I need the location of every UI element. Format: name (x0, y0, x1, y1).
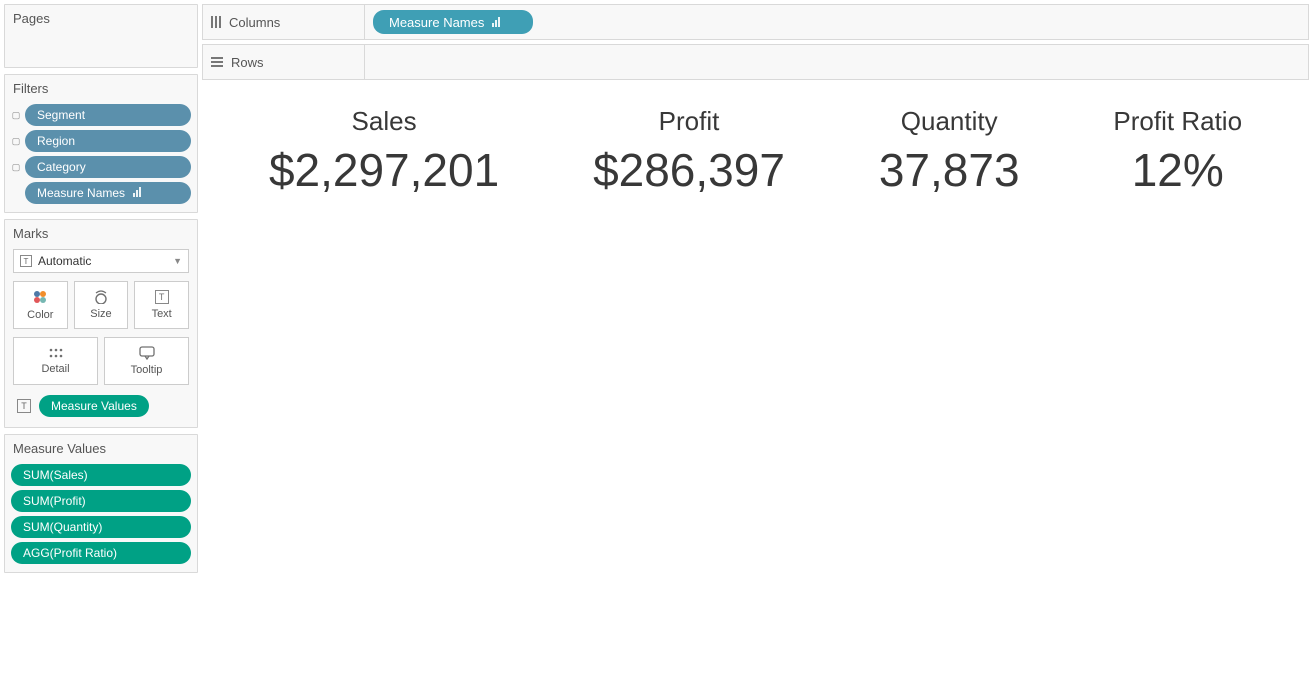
metric-value: $286,397 (593, 143, 785, 197)
metric-value: $2,297,201 (269, 143, 499, 197)
text-mark-icon: T (17, 399, 31, 413)
marks-buttons-row2: Detail Tooltip (13, 337, 189, 385)
pill-label: Measure Values (51, 399, 137, 413)
columns-shelf[interactable]: Columns Measure Names (202, 4, 1309, 40)
pill-label: Category (37, 160, 86, 174)
marks-tooltip-button[interactable]: Tooltip (104, 337, 189, 385)
filter-pill-measure-names[interactable]: Measure Names (25, 182, 191, 204)
columns-content[interactable]: Measure Names (365, 5, 1308, 39)
filter-pill-segment[interactable]: Segment (25, 104, 191, 126)
text-icon: T (155, 290, 169, 304)
marks-card: Marks T Automatic ▼ Color (4, 219, 198, 428)
columns-label-cell: Columns (203, 5, 365, 39)
app-root: Pages Filters ▢ Segment ▢ Region (0, 0, 1313, 688)
pages-title: Pages (5, 5, 197, 30)
expand-icon[interactable]: ▢ (11, 136, 21, 146)
pill-label: SUM(Quantity) (23, 520, 102, 534)
marks-btn-label: Size (90, 308, 111, 320)
marks-title: Marks (5, 220, 197, 245)
pill-label: SUM(Profit) (23, 494, 86, 508)
text-mark-icon: T (20, 255, 32, 267)
measure-values-body: SUM(Sales) SUM(Profit) SUM(Quantity) AGG… (5, 460, 197, 572)
marks-buttons-row1: Color Size T Text (13, 281, 189, 329)
filters-body: ▢ Segment ▢ Region ▢ Category (5, 100, 197, 212)
metric-title: Sales (269, 106, 499, 137)
sidebar: Pages Filters ▢ Segment ▢ Region (0, 0, 202, 688)
metric-profit-ratio: Profit Ratio 12% (1113, 106, 1242, 197)
rows-icon (211, 57, 223, 67)
marks-color-button[interactable]: Color (13, 281, 68, 329)
tooltip-icon (139, 346, 155, 360)
metric-value: 37,873 (879, 143, 1020, 197)
mv-pill-profit-ratio[interactable]: AGG(Profit Ratio) (11, 542, 191, 564)
rows-content[interactable] (365, 45, 1308, 79)
main-area: Columns Measure Names Rows Sales $ (202, 0, 1313, 688)
filters-shelf: Filters ▢ Segment ▢ Region ▢ (4, 74, 198, 213)
columns-label: Columns (229, 15, 280, 30)
mv-pill-sales[interactable]: SUM(Sales) (11, 464, 191, 486)
columns-icon (211, 16, 221, 28)
mv-pill-quantity[interactable]: SUM(Quantity) (11, 516, 191, 538)
rows-label: Rows (231, 55, 264, 70)
marks-type-select[interactable]: T Automatic ▼ (13, 249, 189, 273)
color-icon (32, 289, 48, 305)
mv-pill-profit[interactable]: SUM(Profit) (11, 490, 191, 512)
marks-text-encoding: T Measure Values (13, 395, 189, 417)
sort-icon (133, 186, 141, 200)
columns-pill-measure-names[interactable]: Measure Names (373, 10, 533, 34)
metric-profit: Profit $286,397 (593, 106, 785, 197)
marks-measure-values-pill[interactable]: Measure Values (39, 395, 149, 417)
metric-value: 12% (1113, 143, 1242, 197)
chevron-down-icon: ▼ (173, 256, 182, 266)
marks-btn-label: Text (152, 308, 172, 320)
measure-values-shelf: Measure Values SUM(Sales) SUM(Profit) SU… (4, 434, 198, 573)
metric-quantity: Quantity 37,873 (879, 106, 1020, 197)
metric-sales: Sales $2,297,201 (269, 106, 499, 197)
filters-title: Filters (5, 75, 197, 100)
pill-label: Measure Names (37, 186, 125, 200)
pill-label: SUM(Sales) (23, 468, 88, 482)
marks-body: T Automatic ▼ Color (5, 245, 197, 427)
rows-label-cell: Rows (203, 45, 365, 79)
filter-row-segment: ▢ Segment (11, 104, 191, 126)
metric-title: Profit (593, 106, 785, 137)
pill-label: Measure Names (389, 15, 484, 30)
marks-btn-label: Detail (41, 363, 69, 375)
pill-label: Segment (37, 108, 85, 122)
size-icon (92, 290, 110, 304)
measure-values-title: Measure Values (5, 435, 197, 460)
marks-size-button[interactable]: Size (74, 281, 129, 329)
filter-pill-category[interactable]: Category (25, 156, 191, 178)
metric-title: Quantity (879, 106, 1020, 137)
marks-detail-button[interactable]: Detail (13, 337, 98, 385)
filter-row-region: ▢ Region (11, 130, 191, 152)
filter-row-category: ▢ Category (11, 156, 191, 178)
pill-label: Region (37, 134, 75, 148)
detail-icon (48, 347, 64, 359)
marks-btn-label: Color (27, 309, 53, 321)
expand-icon[interactable]: ▢ (11, 110, 21, 120)
pages-shelf[interactable]: Pages (4, 4, 198, 68)
expand-icon[interactable]: ▢ (11, 162, 21, 172)
sort-icon (492, 15, 500, 30)
metric-title: Profit Ratio (1113, 106, 1242, 137)
marks-type-label: Automatic (38, 254, 91, 268)
rows-shelf[interactable]: Rows (202, 44, 1309, 80)
marks-text-button[interactable]: T Text (134, 281, 189, 329)
visualization-canvas[interactable]: Sales $2,297,201 Profit $286,397 Quantit… (202, 86, 1309, 684)
marks-btn-label: Tooltip (131, 364, 163, 376)
pill-label: AGG(Profit Ratio) (23, 546, 117, 560)
filter-row-measure-names: ▢ Measure Names (11, 182, 191, 204)
filter-pill-region[interactable]: Region (25, 130, 191, 152)
